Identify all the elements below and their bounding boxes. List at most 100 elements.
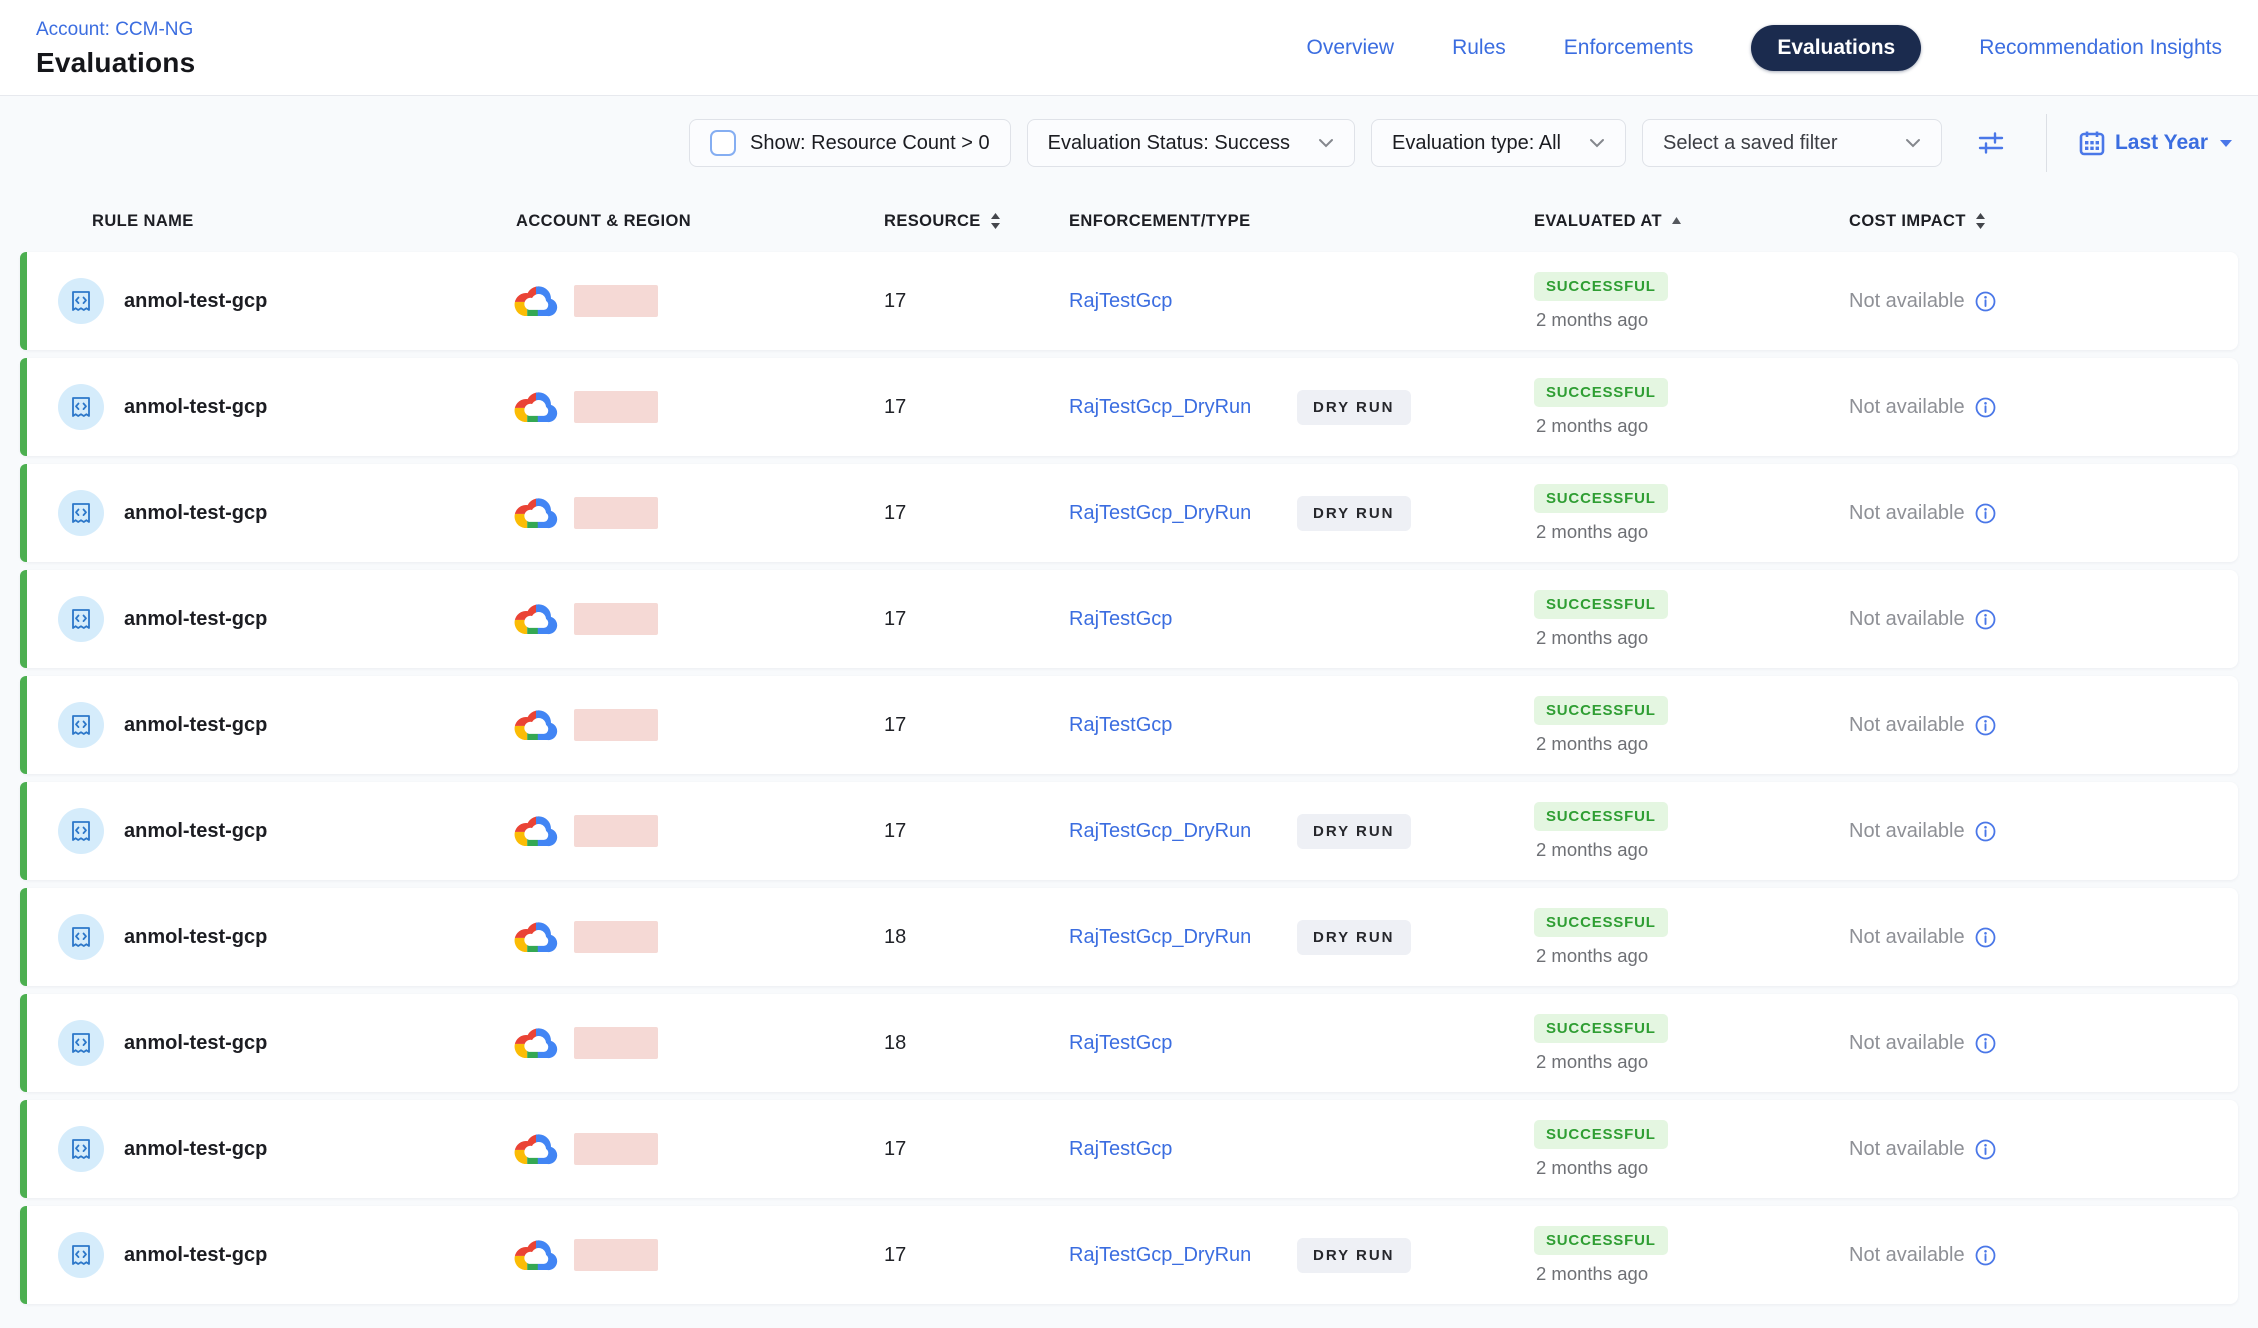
resource-count: 18 <box>884 1032 906 1055</box>
enforcement-link[interactable]: RajTestGcp_DryRun <box>1069 502 1297 525</box>
resource-count-checkbox-label: Show: Resource Count > 0 <box>750 132 990 155</box>
table-row[interactable]: anmol-test-gcp 17 <box>20 1100 2238 1198</box>
rule-icon <box>58 702 104 748</box>
resource-count: 17 <box>884 1138 906 1161</box>
enforcement-link[interactable]: RajTestGcp <box>1069 714 1297 737</box>
cost-impact-value: Not available <box>1849 820 1965 843</box>
gcp-cloud-icon <box>514 920 558 955</box>
table-row[interactable]: anmol-test-gcp 17 <box>20 464 2238 562</box>
title-block: Account: CCM-NG Evaluations <box>36 17 195 79</box>
evaluation-type-value: Evaluation type: All <box>1392 132 1561 155</box>
resource-count: 17 <box>884 396 906 419</box>
enforcement-link[interactable]: RajTestGcp_DryRun <box>1069 396 1297 419</box>
rule-name: anmol-test-gcp <box>124 820 267 843</box>
resource-count: 17 <box>884 714 906 737</box>
info-icon[interactable] <box>1975 291 1996 312</box>
info-icon[interactable] <box>1975 821 1996 842</box>
enforcement-link[interactable]: RajTestGcp <box>1069 1138 1297 1161</box>
info-icon[interactable] <box>1975 609 1996 630</box>
enforcement-link[interactable]: RajTestGcp <box>1069 1032 1297 1055</box>
filter-settings-button[interactable] <box>1968 120 2014 166</box>
caret-down-icon <box>2218 137 2234 149</box>
chevron-down-icon <box>1318 138 1334 148</box>
gcp-cloud-icon <box>514 284 558 319</box>
info-icon[interactable] <box>1975 927 1996 948</box>
column-header-evaluated-at[interactable]: EVALUATED AT <box>1510 212 1825 231</box>
table-row[interactable]: anmol-test-gcp 17 <box>20 570 2238 668</box>
info-icon[interactable] <box>1975 1245 1996 1266</box>
tab-overview[interactable]: Overview <box>1307 36 1395 60</box>
resource-count-filter-chip[interactable]: Show: Resource Count > 0 <box>689 119 1011 167</box>
enforcement-link[interactable]: RajTestGcp_DryRun <box>1069 1244 1297 1267</box>
resource-count: 17 <box>884 820 906 843</box>
rule-name: anmol-test-gcp <box>124 926 267 949</box>
resource-count: 18 <box>884 926 906 949</box>
table-row[interactable]: anmol-test-gcp 18 <box>20 888 2238 986</box>
tab-rules[interactable]: Rules <box>1452 36 1506 60</box>
status-badge: SUCCESSFUL <box>1534 908 1668 937</box>
saved-filter-dropdown[interactable]: Select a saved filter <box>1642 119 1942 167</box>
rule-icon <box>58 490 104 536</box>
tab-evaluations[interactable]: Evaluations <box>1751 25 1921 71</box>
rule-name: anmol-test-gcp <box>124 502 267 525</box>
evaluated-time: 2 months ago <box>1534 1157 1648 1179</box>
main-nav: Overview Rules Enforcements Evaluations … <box>1307 25 2222 71</box>
rule-icon <box>58 1020 104 1066</box>
redacted-account-name <box>574 815 658 847</box>
redacted-account-name <box>574 1133 658 1165</box>
enforcement-link[interactable]: RajTestGcp <box>1069 290 1297 313</box>
info-icon[interactable] <box>1975 1033 1996 1054</box>
page-title: Evaluations <box>36 47 195 79</box>
column-header-cost-impact[interactable]: COST IMPACT <box>1825 212 2238 231</box>
redacted-account-name <box>574 1027 658 1059</box>
rule-icon <box>58 808 104 854</box>
enforcement-link[interactable]: RajTestGcp <box>1069 608 1297 631</box>
gcp-cloud-icon <box>514 496 558 531</box>
resource-count: 17 <box>884 502 906 525</box>
gcp-cloud-icon <box>514 1132 558 1167</box>
evaluation-type-dropdown[interactable]: Evaluation type: All <box>1371 119 1626 167</box>
rule-icon <box>58 1232 104 1278</box>
info-icon[interactable] <box>1975 397 1996 418</box>
sort-icon-evaluated-at-asc[interactable] <box>1671 217 1682 225</box>
table-row[interactable]: anmol-test-gcp 18 <box>20 994 2238 1092</box>
divider <box>2046 114 2047 172</box>
column-header-resource[interactable]: RESOURCE <box>860 212 1045 231</box>
enforcement-link[interactable]: RajTestGcp_DryRun <box>1069 820 1297 843</box>
cost-impact-value: Not available <box>1849 714 1965 737</box>
sort-icon-cost-impact[interactable] <box>1975 213 1986 229</box>
status-badge: SUCCESSFUL <box>1534 1226 1668 1255</box>
gcp-cloud-icon <box>514 1238 558 1273</box>
resource-count: 17 <box>884 608 906 631</box>
sort-icon-resource[interactable] <box>990 213 1001 229</box>
resource-count-checkbox[interactable] <box>710 130 736 156</box>
rule-name: anmol-test-gcp <box>124 608 267 631</box>
cost-impact-value: Not available <box>1849 1244 1965 1267</box>
rule-name: anmol-test-gcp <box>124 1032 267 1055</box>
date-range-selector[interactable]: Last Year <box>2079 130 2234 156</box>
status-badge: SUCCESSFUL <box>1534 1120 1668 1149</box>
table-row[interactable]: anmol-test-gcp 17 <box>20 782 2238 880</box>
info-icon[interactable] <box>1975 1139 1996 1160</box>
redacted-account-name <box>574 391 658 423</box>
table-row[interactable]: anmol-test-gcp 17 <box>20 676 2238 774</box>
table-row[interactable]: anmol-test-gcp 17 <box>20 1206 2238 1304</box>
evaluated-time: 2 months ago <box>1534 945 1648 967</box>
table-row[interactable]: anmol-test-gcp 17 <box>20 358 2238 456</box>
cost-impact-value: Not available <box>1849 396 1965 419</box>
tab-recommendation-insights[interactable]: Recommendation Insights <box>1979 36 2222 60</box>
redacted-account-name <box>574 285 658 317</box>
evaluations-table: RULE NAME ACCOUNT & REGION RESOURCE ENFO… <box>20 190 2238 1304</box>
cost-impact-value: Not available <box>1849 608 1965 631</box>
tab-enforcements[interactable]: Enforcements <box>1564 36 1694 60</box>
evaluation-status-dropdown[interactable]: Evaluation Status: Success <box>1027 119 1355 167</box>
evaluated-time: 2 months ago <box>1534 1263 1648 1285</box>
table-row[interactable]: anmol-test-gcp 17 <box>20 252 2238 350</box>
cost-impact-value: Not available <box>1849 926 1965 949</box>
gcp-cloud-icon <box>514 708 558 743</box>
breadcrumb[interactable]: Account: CCM-NG <box>36 19 195 41</box>
rule-name: anmol-test-gcp <box>124 290 267 313</box>
enforcement-link[interactable]: RajTestGcp_DryRun <box>1069 926 1297 949</box>
info-icon[interactable] <box>1975 503 1996 524</box>
info-icon[interactable] <box>1975 715 1996 736</box>
